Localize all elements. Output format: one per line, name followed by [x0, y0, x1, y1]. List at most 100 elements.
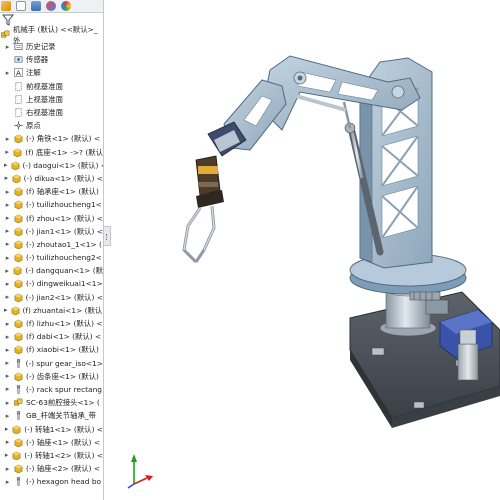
- expand-arrow-icon[interactable]: ▸: [4, 214, 11, 222]
- tree-item[interactable]: ▸ (-) rack spur rectang: [0, 383, 103, 396]
- tree-item-label: 注解: [26, 68, 41, 78]
- expand-arrow-icon[interactable]: ▸: [4, 399, 11, 407]
- tree-item[interactable]: ▸ (f) lizhu<1> (默认) <: [0, 317, 103, 330]
- tree-item[interactable]: 原点: [0, 119, 103, 132]
- tree-item[interactable]: 传感器: [0, 53, 103, 66]
- expand-arrow-icon[interactable]: ▸: [4, 372, 11, 380]
- tree-root-assembly[interactable]: 机械手 (默认) <<默认>_外: [0, 25, 103, 45]
- expand-arrow-icon[interactable]: ▸: [4, 346, 11, 354]
- expand-arrow-icon[interactable]: ▸: [4, 188, 11, 196]
- tree-item[interactable]: ▸ (-) hexagon head bo: [0, 475, 103, 488]
- expand-arrow-icon[interactable]: ▸: [4, 465, 11, 473]
- part-icon: [14, 279, 23, 289]
- part-icon: [14, 187, 23, 197]
- tree-item[interactable]: ▸ (f) zhuantai<1> (默认): [0, 304, 103, 317]
- expand-arrow-icon[interactable]: ▸: [4, 148, 10, 156]
- part-icon: [11, 306, 20, 316]
- feature-manager-panel: 机械手 (默认) <<默认>_外 ▸ 历史记录 传感器 ▸ A 注解前视基准面 上视基准面右…: [0, 0, 104, 500]
- expand-arrow-icon[interactable]: ▸: [4, 240, 11, 248]
- tree-item-label: (-) 轴座<2> (默认) <: [26, 464, 101, 474]
- expand-arrow-icon[interactable]: ▸: [4, 227, 11, 235]
- tree-item-label: (-) dangquan<1> (默: [25, 266, 103, 276]
- expand-arrow-icon[interactable]: ▸: [4, 254, 11, 262]
- configuration-manager-tab-icon[interactable]: [31, 1, 41, 11]
- feature-manager-tab-icon[interactable]: [1, 1, 11, 11]
- tree-item[interactable]: ▸ (-) 角铁<1> (默认) <: [0, 132, 103, 145]
- expand-arrow-icon[interactable]: ▸: [4, 201, 11, 209]
- tree-item-label: (-) tuilizhoucheng2<: [26, 253, 102, 263]
- expand-arrow-icon[interactable]: ▸: [4, 385, 11, 393]
- expand-arrow-icon[interactable]: ▸: [4, 293, 11, 301]
- toolbox-part-icon: [14, 477, 23, 487]
- tree-item[interactable]: ▸ (f) 底座<1> ->? (默认: [0, 146, 103, 159]
- tree-item[interactable]: ▸ SC-63前腔接头<1> (: [0, 396, 103, 409]
- part-icon: [13, 148, 22, 157]
- tree-item[interactable]: ▸ (f) 轴承座<1> (默认): [0, 185, 103, 198]
- tree-item[interactable]: 前视基准面: [0, 80, 103, 93]
- tree-item-label: (-) jian1<1> (默认) <: [25, 226, 103, 236]
- expand-arrow-icon[interactable]: ▸: [4, 280, 11, 288]
- tree-item[interactable]: ▸ (-) 齿条座<1> (默认): [0, 370, 103, 383]
- tree-item[interactable]: ▸ (-) tuilizhoucheng2<: [0, 251, 103, 264]
- tree-item[interactable]: ▸ (-) daogui<1> (默认) <: [0, 159, 103, 172]
- expand-arrow-icon[interactable]: ▸: [4, 306, 8, 314]
- expand-arrow-icon[interactable]: ▸: [4, 43, 11, 51]
- tree-item[interactable]: ▸ (-) 轴座<2> (默认) <: [0, 462, 103, 475]
- tree-item[interactable]: ▸ (-) 转轴1<2> (默认) <: [0, 449, 103, 462]
- tree-item[interactable]: ▸ (-) zhoutao1_1<1> (: [0, 238, 103, 251]
- tree-item[interactable]: ▸ (f) xiaobi<1> (默认): [0, 343, 103, 356]
- graphics-viewport[interactable]: [104, 0, 500, 500]
- expand-arrow-icon[interactable]: ▸: [4, 478, 11, 486]
- tree-item-label: (-) tuilizhoucheng1<: [26, 200, 102, 210]
- tree-item-label: (-) 轴座<1> (默认) <: [26, 437, 101, 447]
- expand-arrow-icon[interactable]: ▸: [4, 135, 11, 143]
- tree-item[interactable]: ▸ (-) spur gear_iso<1>: [0, 357, 103, 370]
- tree-item-label: 上视基准面: [26, 94, 63, 104]
- tree-item[interactable]: ▸ (-) 轴座<1> (默认) <: [0, 436, 103, 449]
- expand-arrow-icon[interactable]: ▸: [4, 161, 8, 169]
- dimxpert-manager-tab-icon[interactable]: [46, 1, 56, 11]
- part-icon: [14, 214, 23, 223]
- tree-item[interactable]: 右视基准面: [0, 106, 103, 119]
- tree-item[interactable]: ▸ GB_杆端关节轴承_带: [0, 409, 103, 422]
- expand-arrow-icon[interactable]: ▸: [4, 425, 9, 433]
- tree-item[interactable]: ▸ (-) dingweikuai1<1>: [0, 277, 103, 290]
- tree-item-label: (-) hexagon head bo: [26, 477, 102, 487]
- expand-arrow-icon[interactable]: ▸: [4, 69, 11, 77]
- property-manager-tab-icon[interactable]: [16, 1, 26, 11]
- expand-arrow-icon[interactable]: ▸: [4, 174, 9, 182]
- expand-arrow-icon[interactable]: ▸: [4, 451, 9, 459]
- tree-item[interactable]: ▸ (-) 转轴1<1> (默认) <: [0, 422, 103, 435]
- part-icon: [14, 134, 23, 144]
- tree-item[interactable]: ▸ (f) zhou<1> (默认) <: [0, 211, 103, 224]
- expand-arrow-icon[interactable]: ▸: [4, 333, 11, 341]
- gripper-fingers[interactable]: [182, 205, 216, 264]
- tree-item-label: (f) zhuantai<1> (默认): [22, 305, 104, 315]
- expand-arrow-icon[interactable]: ▸: [4, 438, 11, 446]
- rack-gear[interactable]: [409, 291, 441, 301]
- tree-item[interactable]: ▸ (-) jian1<1> (默认) <: [0, 225, 103, 238]
- plane-icon: [14, 94, 23, 104]
- part-icon: [14, 293, 23, 302]
- display-manager-tab-icon[interactable]: [61, 1, 71, 11]
- tree-item[interactable]: ▸ (-) jian2<1> (默认) <: [0, 291, 103, 304]
- tree-item[interactable]: ▸ (-) dangquan<1> (默: [0, 264, 103, 277]
- part-icon: [14, 253, 23, 263]
- expand-arrow-icon[interactable]: ▸: [4, 267, 10, 275]
- plane-icon: [14, 81, 23, 91]
- gripper-block[interactable]: [195, 155, 224, 208]
- tree-item[interactable]: ▸ (-) dikua<1> (默认) <: [0, 172, 103, 185]
- tree-item[interactable]: ▸ (-) tuilizhoucheng1<: [0, 198, 103, 211]
- expand-arrow-icon[interactable]: ▸: [4, 412, 11, 420]
- tree-item[interactable]: ▸ 历史记录: [0, 40, 103, 53]
- tree-item-label: (-) jian2<1> (默认) <: [25, 292, 103, 302]
- tree-item[interactable]: ▸ (f) dabi<1> (默认) <: [0, 330, 103, 343]
- tree-item-label: (f) 底座<1> ->? (默认: [25, 147, 103, 157]
- expand-arrow-icon[interactable]: ▸: [4, 320, 11, 328]
- tree-item[interactable]: 上视基准面: [0, 93, 103, 106]
- expand-arrow-icon[interactable]: ▸: [4, 359, 11, 367]
- tree-item-label: (f) lizhu<1> (默认) <: [26, 319, 103, 329]
- svg-text:A: A: [16, 69, 21, 78]
- tree-item[interactable]: ▸ A 注解: [0, 66, 103, 79]
- part-icon: [14, 464, 23, 474]
